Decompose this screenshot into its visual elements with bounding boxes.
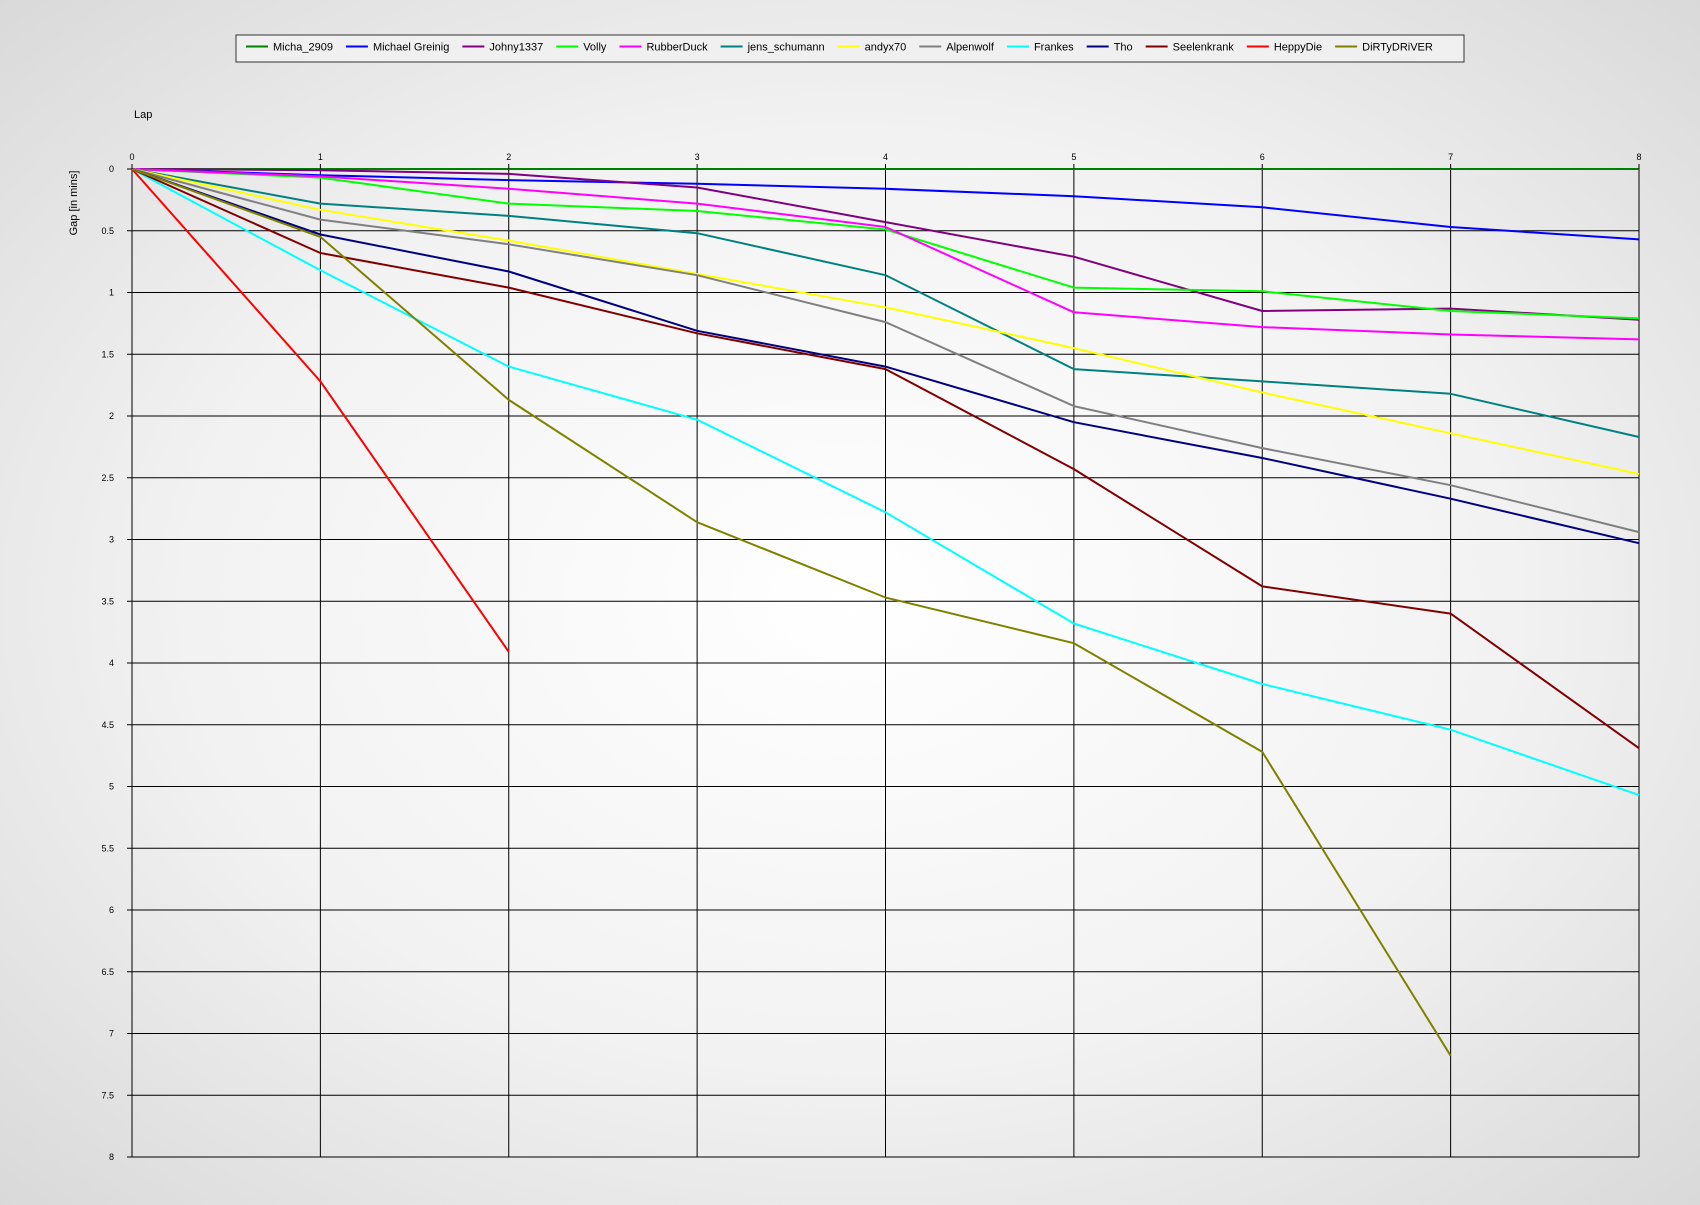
- x-tick-label: 1: [318, 152, 323, 162]
- x-tick-label: 2: [506, 152, 511, 162]
- y-tick-label: 2.5: [101, 473, 114, 483]
- x-tick-label: 4: [883, 152, 888, 162]
- y-tick-label: 7: [109, 1029, 114, 1039]
- y-tick-label: 3.5: [101, 596, 114, 606]
- x-tick-label: 5: [1071, 152, 1076, 162]
- y-tick-label: 5.5: [101, 843, 114, 853]
- legend-label-volly: Volly: [583, 42, 607, 54]
- legend-label-jens-schumann: jens_schumann: [747, 42, 825, 54]
- chart-root: Micha_2909 Michael Greinig Johny1337 Volly R…: [0, 0, 1700, 1200]
- y-tick-label: 0: [109, 164, 114, 174]
- legend-label-frankes: Frankes: [1034, 42, 1074, 54]
- legend-label-michael-greinig: Michael Greinig: [373, 42, 449, 54]
- y-tick-label: 7.5: [101, 1090, 114, 1100]
- y-tick-label: 0.5: [101, 226, 114, 236]
- legend-label-heppydie: HeppyDie: [1274, 42, 1322, 54]
- y-tick-label: 4.5: [101, 720, 114, 730]
- legend-label-dirtydriver: DiRTyDRiVER: [1362, 42, 1433, 54]
- x-tick-label: 8: [1636, 152, 1641, 162]
- x-tick-label: 3: [695, 152, 700, 162]
- legend-label-andyx70: andyx70: [865, 42, 907, 54]
- legend-label-alpenwolf: Alpenwolf: [946, 42, 995, 54]
- lap-gap-chart: Micha_2909 Michael Greinig Johny1337 Volly R…: [68, 34, 1642, 1162]
- y-tick-label: 6.5: [101, 967, 114, 977]
- x-axis-title: Lap: [134, 109, 152, 121]
- legend: Micha_2909 Michael Greinig Johny1337 Volly R…: [235, 34, 1465, 63]
- y-tick-label: 4: [109, 658, 114, 668]
- x-tick-label: 0: [129, 152, 134, 162]
- y-axis-title: Gap [in mins]: [68, 171, 80, 236]
- legend-label-seelenkrank: Seelenkrank: [1173, 42, 1235, 54]
- series-line-dirtydriver: [131, 168, 1452, 1057]
- y-tick-label: 1.5: [101, 349, 114, 359]
- legend-label-micha-2909: Micha_2909: [273, 42, 333, 54]
- x-tick-label: 6: [1260, 152, 1265, 162]
- legend-label-johny1337: Johny1337: [489, 42, 543, 54]
- y-tick-label: 1: [109, 288, 114, 298]
- legend-label-rubberduck: RubberDuck: [646, 42, 708, 54]
- legend-label-tho: Tho: [1114, 42, 1133, 54]
- y-tick-label: 5: [109, 782, 114, 792]
- y-tick-label: 3: [109, 535, 114, 545]
- x-tick-label: 7: [1448, 152, 1453, 162]
- axes: 0 1 2 3 4 5 6 7 8 0 0.5 1 1.5 2 2.5 3 3.5 4 4.5 5 5.5 6 6.5 7 7.…: [68, 109, 1642, 1162]
- grid: [131, 168, 1640, 1158]
- y-tick-label: 6: [109, 905, 114, 915]
- y-tick-label: 2: [109, 411, 114, 421]
- y-tick-label: 8: [109, 1152, 114, 1162]
